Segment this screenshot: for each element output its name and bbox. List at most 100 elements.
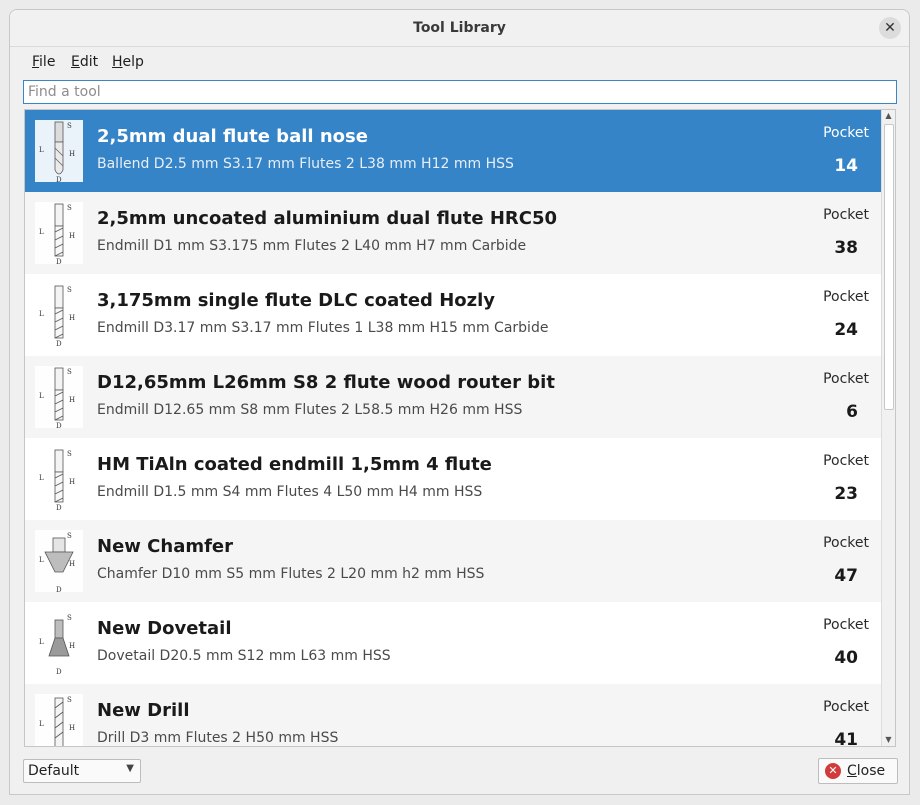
svg-text:H: H (69, 314, 75, 322)
tool-description: Endmill D1.5 mm S4 mm Flutes 4 L50 mm H4… (97, 484, 483, 500)
titlebar: Tool Library ✕ (10, 10, 909, 47)
svg-text:L: L (39, 720, 44, 728)
tool-row[interactable]: S L H D HM TiAln coated endmill 1,5mm 4 flut… (25, 438, 883, 520)
menu-edit-accel: E (71, 54, 80, 70)
menu-file[interactable]: File (32, 54, 55, 70)
svg-text:D: D (56, 668, 62, 674)
tool-row[interactable]: S L H D D12,65mm L26mm S8 2 flute wood route… (25, 356, 883, 438)
tool-name: New Drill (97, 700, 190, 721)
menu-edit[interactable]: Edit (71, 54, 98, 70)
svg-text:D: D (56, 258, 62, 264)
menubar: File Edit Help (10, 47, 909, 77)
svg-text:S: S (67, 286, 72, 294)
chevron-down-icon: ▼ (126, 763, 134, 774)
pocket-label: Pocket (823, 699, 869, 715)
endmill-icon: S L H D (35, 202, 83, 266)
pocket-label: Pocket (823, 289, 869, 305)
pocket-number: 14 (834, 156, 858, 176)
tool-thumbnail: S L H D (35, 612, 83, 676)
tool-name: New Dovetail (97, 618, 232, 639)
endmill-icon: S L H D (35, 366, 83, 430)
ballend-icon: S L H D (35, 120, 83, 184)
tool-thumbnail: S L H D (35, 120, 83, 184)
tool-description: Chamfer D10 mm S5 mm Flutes 2 L20 mm h2 … (97, 566, 485, 582)
scrollbar-thumb[interactable] (884, 124, 894, 410)
tool-thumbnail: S L H D (35, 366, 83, 430)
svg-text:S: S (67, 122, 72, 130)
tool-description: Dovetail D20.5 mm S12 mm L63 mm HSS (97, 648, 391, 664)
tool-row[interactable]: S L H D New Dovetail Dovetail D20.5 mm S12 mm… (25, 602, 883, 684)
svg-text:D: D (56, 422, 62, 428)
window-close-button[interactable]: ✕ (879, 17, 901, 39)
tool-row[interactable]: S L H D 2,5mm uncoated aluminium dual flute … (25, 192, 883, 274)
svg-text:H: H (69, 560, 75, 568)
dovetail-icon: S L H D (35, 612, 83, 676)
svg-text:S: S (67, 450, 72, 458)
tool-description: Drill D3 mm Flutes 2 H50 mm HSS (97, 730, 339, 746)
svg-text:D: D (56, 340, 62, 346)
tool-name: D12,65mm L26mm S8 2 flute wood router bi… (97, 372, 555, 393)
library-select[interactable]: Default ▼ (23, 759, 141, 783)
tool-description: Ballend D2.5 mm S3.17 mm Flutes 2 L38 mm… (97, 156, 514, 172)
vertical-scrollbar[interactable]: ▲ ▼ (881, 110, 895, 746)
tool-name: 2,5mm uncoated aluminium dual flute HRC5… (97, 208, 558, 229)
svg-text:D: D (56, 586, 62, 592)
tool-name: New Chamfer (97, 536, 234, 557)
tool-description: Endmill D12.65 mm S8 mm Flutes 2 L58.5 m… (97, 402, 523, 418)
endmill-icon: S L H D (35, 448, 83, 512)
tool-name: HM TiAln coated endmill 1,5mm 4 flute (97, 454, 492, 475)
drill-icon: SLHD (35, 694, 83, 746)
svg-text:H: H (69, 150, 75, 158)
menu-file-label: ile (39, 54, 56, 70)
pocket-number: 24 (834, 320, 858, 340)
svg-text:S: S (67, 614, 72, 622)
pocket-number: 40 (834, 648, 858, 668)
svg-text:D: D (56, 504, 62, 510)
tool-list[interactable]: S L H D 2,5mm dual flute ball nose Ballend D2… (24, 109, 896, 747)
close-icon: ✕ (825, 763, 841, 779)
pocket-number: 23 (834, 484, 858, 504)
menu-file-accel: F (32, 54, 40, 70)
tool-thumbnail: S L H D (35, 202, 83, 266)
pocket-number: 47 (834, 566, 858, 586)
svg-text:S: S (67, 368, 72, 376)
tool-description: Endmill D1 mm S3.175 mm Flutes 2 L40 mm … (97, 238, 527, 254)
tool-thumbnail: S L H D (35, 530, 83, 594)
library-select-value: Default (28, 763, 80, 779)
svg-text:H: H (69, 642, 75, 650)
svg-text:L: L (39, 556, 44, 564)
svg-text:L: L (39, 310, 44, 318)
tool-library-window: Tool Library ✕ File Edit Help S L H D 2,5mm … (9, 9, 910, 795)
pocket-number: 41 (834, 730, 858, 747)
tool-name: 3,175mm single flute DLC coated Hozly (97, 290, 496, 311)
window-title: Tool Library (413, 20, 506, 36)
svg-text:L: L (39, 228, 44, 236)
tool-thumbnail: S L H D (35, 448, 83, 512)
menu-help[interactable]: Help (112, 54, 144, 70)
search-input[interactable] (23, 80, 897, 104)
tool-description: Endmill D3.17 mm S3.17 mm Flutes 1 L38 m… (97, 320, 549, 336)
svg-text:H: H (69, 478, 75, 486)
pocket-label: Pocket (823, 125, 869, 141)
svg-text:H: H (69, 396, 75, 404)
scroll-down-arrow-icon[interactable]: ▼ (882, 734, 895, 746)
scroll-up-arrow-icon[interactable]: ▲ (882, 110, 895, 122)
tool-row[interactable]: SLHDNew DrillDrill D3 mm Flutes 2 H50 mm… (25, 684, 883, 747)
close-button-label: Close (847, 763, 885, 779)
pocket-number: 38 (834, 238, 858, 258)
chamfer-icon: S L H D (35, 530, 83, 594)
pocket-label: Pocket (823, 617, 869, 633)
menu-help-label: elp (122, 54, 144, 70)
tool-row[interactable]: S L H D New Chamfer Chamfer D10 mm S5 mm Flut… (25, 520, 883, 602)
svg-text:L: L (39, 392, 44, 400)
svg-text:S: S (67, 696, 72, 704)
close-button[interactable]: ✕ Close (818, 758, 898, 784)
svg-text:H: H (69, 724, 75, 732)
svg-text:D: D (56, 176, 62, 182)
menu-edit-label: dit (79, 54, 99, 70)
tool-row[interactable]: S L H D 2,5mm dual flute ball nose Ballend D2… (25, 110, 883, 192)
svg-text:H: H (69, 232, 75, 240)
svg-text:S: S (67, 532, 72, 540)
tool-row[interactable]: S L H D 3,175mm single flute DLC coated Hozl… (25, 274, 883, 356)
tool-thumbnail: S L H D (35, 284, 83, 348)
